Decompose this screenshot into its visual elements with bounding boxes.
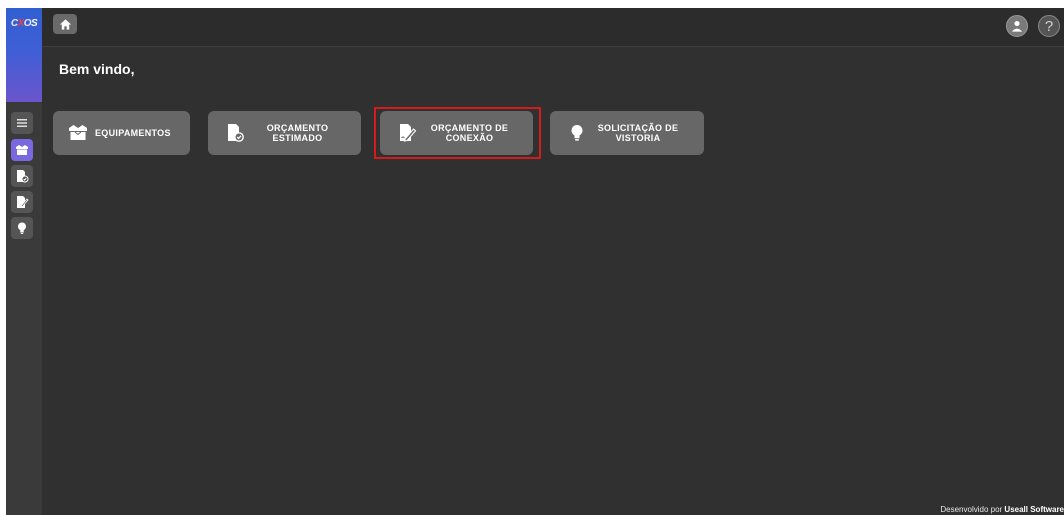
boxes-icon [16, 145, 28, 155]
welcome-title: Bem vindo, [59, 61, 135, 77]
sidebar: CXOS [6, 8, 42, 515]
app-window: CXOS ? Bem vindo, EQUIPAMENTOS ORÇAMENTO… [6, 8, 1064, 515]
card-label: ORÇAMENTO ESTIMADO [266, 123, 329, 143]
footer-company-link[interactable]: Useall Software [1004, 505, 1064, 514]
card-label: ORÇAMENTO DE CONEXÃO [430, 123, 509, 143]
lightbulb-icon [18, 222, 26, 234]
orcamento-conexao-button[interactable]: ORÇAMENTO DE CONEXÃO [380, 111, 533, 155]
help-button[interactable]: ? [1038, 15, 1060, 37]
footer-prefix: Desenvolvido por [940, 505, 1005, 514]
home-button[interactable] [53, 14, 77, 34]
boxes-icon [67, 122, 89, 144]
document-edit-icon [396, 122, 418, 144]
brand-panel: CXOS [6, 8, 42, 102]
orcamento-estimado-button[interactable]: ORÇAMENTO ESTIMADO [208, 111, 361, 155]
help-icon: ? [1044, 17, 1054, 35]
sidebar-item-solicitacao-vistoria[interactable] [11, 217, 33, 239]
footer-credit: Desenvolvido por Useall Software [940, 505, 1064, 514]
sidebar-item-orcamento-estimado[interactable] [11, 165, 33, 187]
card-label: SOLICITAÇÃO DE VISTORIA [597, 123, 679, 143]
home-icon [59, 18, 71, 30]
hamburger-menu-icon [17, 119, 27, 127]
sidebar-item-menu[interactable] [11, 112, 33, 134]
document-edit-icon [17, 196, 29, 208]
user-account-icon [1011, 21, 1023, 32]
document-check-icon [17, 170, 29, 183]
top-bar: ? [42, 8, 1064, 47]
sidebar-item-equipamentos[interactable] [11, 139, 33, 161]
sidebar-item-orcamento-conexao[interactable] [11, 191, 33, 213]
user-account-button[interactable] [1006, 15, 1028, 37]
lightbulb-icon [566, 122, 588, 144]
solicitacao-vistoria-button[interactable]: SOLICITAÇÃO DE VISTORIA [550, 111, 704, 155]
equipamentos-button[interactable]: EQUIPAMENTOS [53, 111, 190, 155]
app-logo[interactable]: CXOS [8, 18, 40, 30]
card-label: EQUIPAMENTOS [95, 128, 171, 138]
document-check-icon [224, 122, 246, 144]
